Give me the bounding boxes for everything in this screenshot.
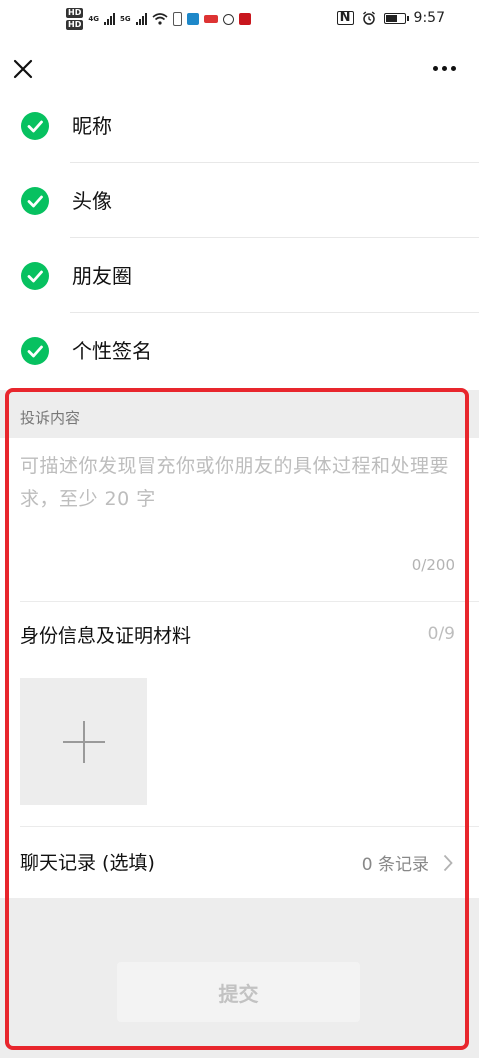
add-image-button[interactable] <box>20 678 147 805</box>
submit-button[interactable]: 提交 <box>117 962 360 1022</box>
close-button[interactable] <box>10 56 36 82</box>
complaint-form: 投诉内容 可描述你发现冒充你或你朋友的具体过程和处理要求，至少 20 字 0/2… <box>0 390 479 1058</box>
app-icon-3 <box>203 15 218 23</box>
plus-icon <box>63 721 105 763</box>
char-counter: 0/200 <box>411 556 455 574</box>
check-item-label: 昵称 <box>72 114 112 138</box>
chat-records-value: 0 条记录 <box>361 855 429 875</box>
check-circle-icon <box>21 112 49 140</box>
divider <box>20 601 479 602</box>
chat-records-row[interactable]: 聊天记录 (选填) 0 条记录 <box>0 826 479 898</box>
signal-icon-2 <box>135 13 147 25</box>
status-time: 9:57 <box>413 10 445 26</box>
check-item-label: 朋友圈 <box>72 264 132 288</box>
id-materials-label: 身份信息及证明材料 <box>20 625 192 647</box>
hd-badges: HD HD <box>66 8 84 30</box>
more-dots-icon <box>432 65 438 71</box>
chat-records-label: 聊天记录 (选填) <box>20 852 155 874</box>
check-circle-icon <box>21 337 49 365</box>
check-circle-icon <box>21 187 49 215</box>
network-type-1: 4G <box>88 15 99 23</box>
nfc-icon: N <box>336 11 354 25</box>
status-bar: HD HD 4G 5G N 9:57 <box>0 0 479 40</box>
alarm-icon <box>362 11 375 25</box>
more-dot <box>450 65 456 71</box>
status-right: N 9:57 <box>336 10 445 26</box>
more-dot <box>441 65 447 71</box>
app-icon-2 <box>186 13 199 25</box>
section-header: 投诉内容 <box>0 390 479 438</box>
complaint-card: 可描述你发现冒充你或你朋友的具体过程和处理要求，至少 20 字 0/200 身份… <box>0 438 479 898</box>
check-item-moments[interactable]: 朋友圈 <box>0 238 479 313</box>
divider <box>20 826 479 827</box>
check-item-signature[interactable]: 个性签名 <box>0 313 479 388</box>
app-icon-4 <box>222 13 234 25</box>
signal-icon <box>103 13 115 25</box>
battery-icon <box>383 12 409 24</box>
app-icon-5 <box>238 13 251 25</box>
impersonated-items-list: 昵称 头像 朋友圈 个性签名 <box>0 88 479 388</box>
network-type-2: 5G <box>119 15 131 23</box>
check-item-avatar[interactable]: 头像 <box>0 163 479 238</box>
chevron-right-icon <box>443 854 453 872</box>
close-icon <box>13 59 33 79</box>
check-item-nickname[interactable]: 昵称 <box>0 88 479 163</box>
check-item-label: 头像 <box>72 189 112 213</box>
check-circle-icon <box>21 262 49 290</box>
complaint-description-input[interactable]: 可描述你发现冒充你或你朋友的具体过程和处理要求，至少 20 字 <box>20 450 460 560</box>
status-left: HD HD 4G 5G <box>66 8 251 30</box>
section-title: 投诉内容 <box>20 409 81 427</box>
id-materials-count: 0/9 <box>427 624 455 644</box>
wifi-icon <box>152 13 168 25</box>
app-icon-1 <box>172 12 182 26</box>
more-button[interactable] <box>429 58 459 78</box>
check-item-label: 个性签名 <box>72 339 152 363</box>
